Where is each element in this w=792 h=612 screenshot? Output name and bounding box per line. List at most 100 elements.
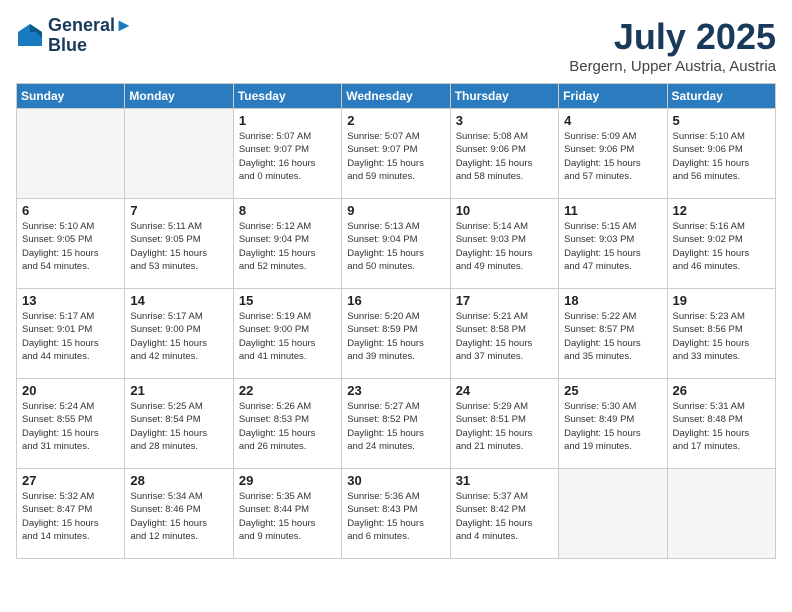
calendar-cell: 16 Sunrise: 5:20 AMSunset: 8:59 PMDayligh… (342, 289, 450, 379)
day-detail: Sunrise: 5:10 AMSunset: 9:06 PMDaylight:… (673, 130, 770, 183)
day-detail: Sunrise: 5:16 AMSunset: 9:02 PMDaylight:… (673, 220, 770, 273)
calendar-week-1: 1Sunrise: 5:07 AMSunset: 9:07 PMDaylight… (17, 109, 776, 199)
logo: General► Blue (16, 16, 133, 56)
location: Bergern, Upper Austria, Austria (569, 58, 776, 75)
calendar-cell: 21Sunrise: 5:25 AMSunset: 8:54 PMDayligh… (125, 379, 233, 469)
day-number: 29 (239, 473, 336, 488)
day-number: 26 (673, 383, 770, 398)
weekday-header-friday: Friday (559, 84, 667, 109)
weekday-header-monday: Monday (125, 84, 233, 109)
day-number: 24 (456, 383, 553, 398)
calendar-cell: 22 Sunrise: 5:26 AMSunset: 8:53 PMDayligh… (233, 379, 341, 469)
calendar-week-4: 20Sunrise: 5:24 AMSunset: 8:55 PMDayligh… (17, 379, 776, 469)
weekday-header-wednesday: Wednesday (342, 84, 450, 109)
calendar-cell: 23 Sunrise: 5:27 AMSunset: 8:52 PMDayligh… (342, 379, 450, 469)
day-detail: Sunrise: 5:10 AMSunset: 9:05 PMDaylight:… (22, 220, 119, 273)
calendar-cell: 4 Sunrise: 5:09 AMSunset: 9:06 PMDaylight… (559, 109, 667, 199)
day-number: 13 (22, 293, 119, 308)
day-number: 16 (347, 293, 444, 308)
calendar-cell: 31 Sunrise: 5:37 AMSunset: 8:42 PMDayligh… (450, 469, 558, 559)
day-detail: Sunrise: 5:17 AMSunset: 9:00 PMDaylight:… (130, 310, 227, 363)
title-block: July 2025 Bergern, Upper Austria, Austri… (569, 16, 776, 75)
calendar-cell: 2Sunrise: 5:07 AMSunset: 9:07 PMDaylight… (342, 109, 450, 199)
day-number: 25 (564, 383, 661, 398)
day-number: 18 (564, 293, 661, 308)
logo-text: General► Blue (48, 16, 133, 56)
calendar-cell: 30 Sunrise: 5:36 AMSunset: 8:43 PMDayligh… (342, 469, 450, 559)
day-detail: Sunrise: 5:12 AMSunset: 9:04 PMDaylight:… (239, 220, 336, 273)
day-number: 28 (130, 473, 227, 488)
day-number: 6 (22, 203, 119, 218)
day-detail: Sunrise: 5:22 AMSunset: 8:57 PMDaylight:… (564, 310, 661, 363)
page-header: General► Blue July 2025 Bergern, Upper A… (16, 16, 776, 75)
day-detail: Sunrise: 5:25 AMSunset: 8:54 PMDaylight:… (130, 400, 227, 453)
weekday-header-row: SundayMondayTuesdayWednesdayThursdayFrid… (17, 84, 776, 109)
day-number: 9 (347, 203, 444, 218)
calendar-cell: 6 Sunrise: 5:10 AMSunset: 9:05 PMDaylight… (17, 199, 125, 289)
day-number: 31 (456, 473, 553, 488)
day-detail: Sunrise: 5:15 AMSunset: 9:03 PMDaylight:… (564, 220, 661, 273)
calendar-cell: 27 Sunrise: 5:32 AMSunset: 8:47 PMDayligh… (17, 469, 125, 559)
day-detail: Sunrise: 5:27 AMSunset: 8:52 PMDaylight:… (347, 400, 444, 453)
logo-icon (16, 22, 44, 50)
calendar-cell (17, 109, 125, 199)
calendar-week-5: 27 Sunrise: 5:32 AMSunset: 8:47 PMDayligh… (17, 469, 776, 559)
day-detail: Sunrise: 5:09 AMSunset: 9:06 PMDaylight:… (564, 130, 661, 183)
calendar-cell: 10 Sunrise: 5:14 AMSunset: 9:03 PMDayligh… (450, 199, 558, 289)
weekday-header-tuesday: Tuesday (233, 84, 341, 109)
day-number: 12 (673, 203, 770, 218)
day-detail: Sunrise: 5:14 AMSunset: 9:03 PMDaylight:… (456, 220, 553, 273)
calendar-cell: 12 Sunrise: 5:16 AMSunset: 9:02 PMDayligh… (667, 199, 775, 289)
day-detail: Sunrise: 5:08 AMSunset: 9:06 PMDaylight:… (456, 130, 553, 183)
day-number: 3 (456, 113, 553, 128)
day-number: 5 (673, 113, 770, 128)
day-number: 14 (130, 293, 227, 308)
day-detail: Sunrise: 5:37 AMSunset: 8:42 PMDaylight:… (456, 490, 553, 543)
day-detail: Sunrise: 5:20 AMSunset: 8:59 PMDaylight:… (347, 310, 444, 363)
day-number: 30 (347, 473, 444, 488)
calendar-cell: 19Sunrise: 5:23 AMSunset: 8:56 PMDayligh… (667, 289, 775, 379)
calendar-cell: 13 Sunrise: 5:17 AMSunset: 9:01 PMDayligh… (17, 289, 125, 379)
calendar-cell: 25 Sunrise: 5:30 AMSunset: 8:49 PMDayligh… (559, 379, 667, 469)
day-detail: Sunrise: 5:31 AMSunset: 8:48 PMDaylight:… (673, 400, 770, 453)
day-number: 11 (564, 203, 661, 218)
day-number: 4 (564, 113, 661, 128)
month-title: July 2025 (569, 16, 776, 58)
day-detail: Sunrise: 5:07 AMSunset: 9:07 PMDaylight:… (347, 130, 444, 183)
calendar-cell (125, 109, 233, 199)
day-number: 27 (22, 473, 119, 488)
day-detail: Sunrise: 5:29 AMSunset: 8:51 PMDaylight:… (456, 400, 553, 453)
day-number: 15 (239, 293, 336, 308)
day-detail: Sunrise: 5:19 AMSunset: 9:00 PMDaylight:… (239, 310, 336, 363)
weekday-header-sunday: Sunday (17, 84, 125, 109)
day-number: 10 (456, 203, 553, 218)
day-detail: Sunrise: 5:26 AMSunset: 8:53 PMDaylight:… (239, 400, 336, 453)
day-number: 23 (347, 383, 444, 398)
day-detail: Sunrise: 5:36 AMSunset: 8:43 PMDaylight:… (347, 490, 444, 543)
day-detail: Sunrise: 5:13 AMSunset: 9:04 PMDaylight:… (347, 220, 444, 273)
calendar-cell: 20Sunrise: 5:24 AMSunset: 8:55 PMDayligh… (17, 379, 125, 469)
calendar-cell: 8 Sunrise: 5:12 AMSunset: 9:04 PMDaylight… (233, 199, 341, 289)
calendar-cell: 29 Sunrise: 5:35 AMSunset: 8:44 PMDayligh… (233, 469, 341, 559)
calendar-cell (559, 469, 667, 559)
day-detail: Sunrise: 5:35 AMSunset: 8:44 PMDaylight:… (239, 490, 336, 543)
day-number: 7 (130, 203, 227, 218)
day-number: 8 (239, 203, 336, 218)
day-number: 17 (456, 293, 553, 308)
calendar-week-3: 13 Sunrise: 5:17 AMSunset: 9:01 PMDayligh… (17, 289, 776, 379)
day-detail: Sunrise: 5:17 AMSunset: 9:01 PMDaylight:… (22, 310, 119, 363)
calendar-cell: 9 Sunrise: 5:13 AMSunset: 9:04 PMDaylight… (342, 199, 450, 289)
calendar-cell: 5 Sunrise: 5:10 AMSunset: 9:06 PMDaylight… (667, 109, 775, 199)
day-detail: Sunrise: 5:34 AMSunset: 8:46 PMDaylight:… (130, 490, 227, 543)
calendar-cell: 17 Sunrise: 5:21 AMSunset: 8:58 PMDayligh… (450, 289, 558, 379)
weekday-header-thursday: Thursday (450, 84, 558, 109)
calendar-cell: 15 Sunrise: 5:19 AMSunset: 9:00 PMDayligh… (233, 289, 341, 379)
day-detail: Sunrise: 5:30 AMSunset: 8:49 PMDaylight:… (564, 400, 661, 453)
day-detail: Sunrise: 5:21 AMSunset: 8:58 PMDaylight:… (456, 310, 553, 363)
calendar-cell: 14 Sunrise: 5:17 AMSunset: 9:00 PMDayligh… (125, 289, 233, 379)
day-detail: Sunrise: 5:32 AMSunset: 8:47 PMDaylight:… (22, 490, 119, 543)
day-detail: Sunrise: 5:24 AMSunset: 8:55 PMDaylight:… (22, 400, 119, 453)
calendar-cell: 1Sunrise: 5:07 AMSunset: 9:07 PMDaylight… (233, 109, 341, 199)
calendar-cell: 28 Sunrise: 5:34 AMSunset: 8:46 PMDayligh… (125, 469, 233, 559)
day-number: 22 (239, 383, 336, 398)
